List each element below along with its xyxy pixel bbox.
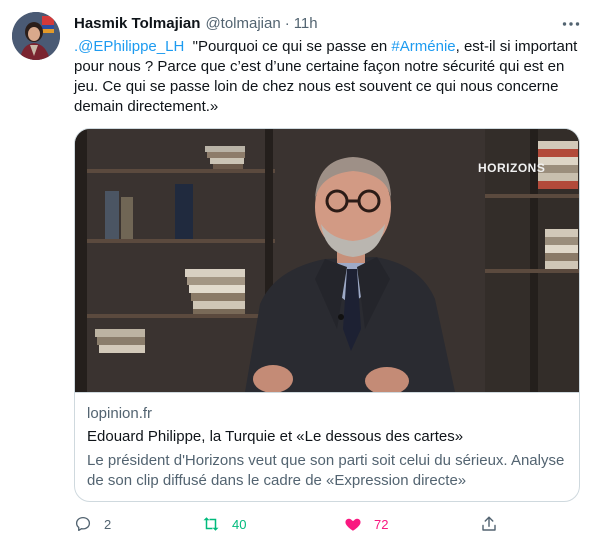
tweet-text-part1: "Pourquoi ce qui se passe en <box>184 38 392 55</box>
author-handle[interactable]: @tolmajian <box>205 15 280 32</box>
retweet-count: 40 <box>232 516 247 532</box>
card-body: lopinion.fr Edouard Philippe, la Turquie… <box>75 392 579 501</box>
tweet-actions: 2 40 72 <box>74 512 496 536</box>
header-separator: · <box>284 14 290 32</box>
author-name[interactable]: Hasmik Tolmajian <box>74 15 200 32</box>
retweet-icon <box>203 517 219 531</box>
share-icon <box>482 516 496 531</box>
hashtag-link[interactable]: #Arménie <box>391 38 455 55</box>
image-watermark: HORIZONS <box>478 161 546 175</box>
card-title: Edouard Philippe, la Turquie et «Le dess… <box>87 428 464 445</box>
retweet-button[interactable]: 40 <box>202 512 246 536</box>
avatar[interactable] <box>12 12 60 60</box>
card-image: HORIZONS <box>75 129 579 392</box>
link-card[interactable]: HORIZONS lopinion.fr Edouard Philippe, l… <box>74 128 580 502</box>
card-description: Le président d'Horizons veut que son par… <box>87 452 565 489</box>
tweet-time[interactable]: 11h <box>294 15 318 32</box>
mention-link[interactable]: .@EPhilippe_LH <box>74 38 184 55</box>
tweet[interactable]: Hasmik Tolmajian @tolmajian · 11h .@EPhi… <box>0 0 598 553</box>
like-button[interactable]: 72 <box>344 512 388 536</box>
reply-icon <box>75 516 91 532</box>
reply-button[interactable]: 2 <box>74 512 111 536</box>
heart-icon <box>345 518 361 531</box>
tweet-header: Hasmik Tolmajian @tolmajian · 11h <box>74 13 318 33</box>
like-count: 72 <box>374 516 389 532</box>
tweet-text: .@EPhilippe_LH "Pourquoi ce qui se passe… <box>74 37 582 117</box>
reply-count: 2 <box>104 516 112 532</box>
card-domain: lopinion.fr <box>87 405 153 422</box>
more-icon[interactable] <box>560 13 582 35</box>
share-button[interactable] <box>480 512 498 536</box>
